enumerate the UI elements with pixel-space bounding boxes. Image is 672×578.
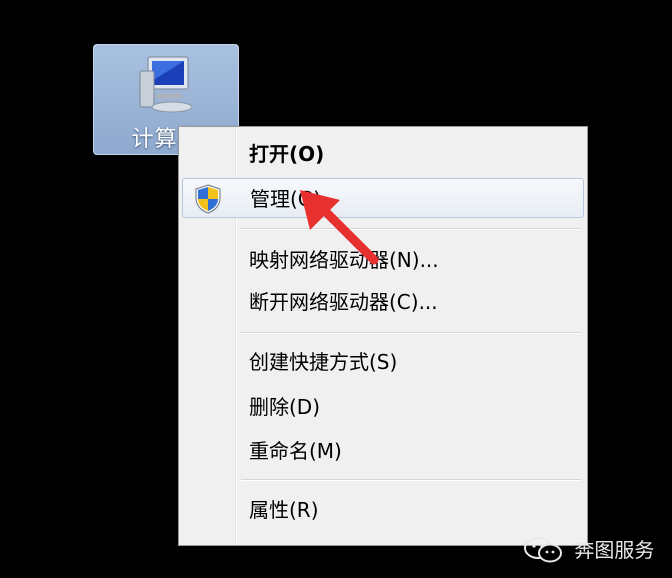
- watermark-text: 奔图服务: [574, 537, 655, 562]
- wechat-icon: [524, 536, 562, 562]
- watermark: 奔图服务: [522, 533, 654, 563]
- context-menu: 打开(O) 管理(G) 映射网络驱动器(N)... 断开网络驱动器(C)... …: [178, 126, 588, 546]
- menu-item-rename[interactable]: 重命名(M): [182, 431, 584, 471]
- menu-item-map-network-drive[interactable]: 映射网络驱动器(N)...: [182, 240, 584, 280]
- menu-item-properties[interactable]: 属性(R): [182, 490, 584, 530]
- menu-item-label: 删除(D): [249, 395, 321, 419]
- menu-item-create-shortcut[interactable]: 创建快捷方式(S): [182, 342, 584, 382]
- menu-item-label: 重命名(M): [249, 439, 342, 463]
- menu-item-disconnect-network-drive[interactable]: 断开网络驱动器(C)...: [182, 282, 584, 322]
- menu-item-label: 打开(O): [249, 142, 325, 166]
- menu-separator: [241, 228, 581, 230]
- red-arrow-icon: [300, 190, 379, 265]
- computer-icon: [139, 56, 193, 113]
- menu-separator: [241, 332, 581, 334]
- menu-item-label: 创建快捷方式(S): [249, 350, 398, 374]
- menu-item-open[interactable]: 打开(O): [182, 134, 584, 174]
- menu-separator: [241, 479, 581, 481]
- menu-item-label: 属性(R): [249, 498, 319, 522]
- menu-item-delete[interactable]: 删除(D): [182, 387, 584, 427]
- menu-item-label: 断开网络驱动器(C)...: [249, 290, 438, 314]
- menu-item-manage[interactable]: 管理(G): [182, 178, 584, 218]
- uac-shield-icon: [195, 184, 221, 214]
